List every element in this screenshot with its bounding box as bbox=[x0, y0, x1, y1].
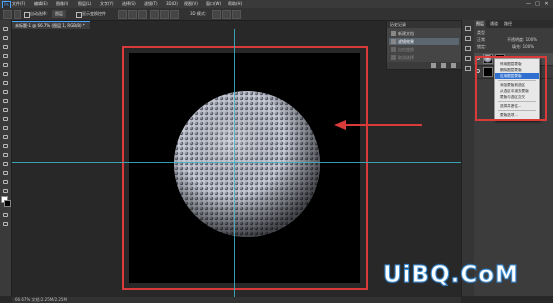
distribute-horizontal-icon[interactable] bbox=[170, 10, 179, 19]
history-item-selected[interactable]: 滤镜效果 bbox=[389, 38, 459, 45]
screen-mode-icon[interactable] bbox=[2, 221, 9, 227]
fill-control[interactable]: 填充: 100% bbox=[512, 43, 553, 50]
auto-select-label: 自动选择： bbox=[30, 11, 50, 16]
context-menu-highlight-frame bbox=[475, 56, 547, 121]
red-arrow-annotation bbox=[334, 120, 422, 130]
history-item-label: 自由变换 bbox=[398, 47, 414, 52]
vertical-guide[interactable] bbox=[234, 29, 235, 297]
site-watermark: UiBQ.CoM bbox=[383, 262, 519, 289]
window-controls: — □ ✕ bbox=[523, 1, 550, 7]
tab-channels[interactable]: 通道 bbox=[488, 20, 500, 28]
menu-window[interactable]: 窗口(W) bbox=[206, 1, 221, 7]
path-select-tool-icon[interactable] bbox=[2, 170, 9, 176]
history-item-label: 取消选择 bbox=[398, 55, 414, 60]
layers-panel-tabs: 图层 通道 路径 bbox=[474, 20, 553, 28]
snapshot-icon[interactable] bbox=[431, 63, 436, 68]
tab-paths[interactable]: 路径 bbox=[502, 20, 514, 28]
document-canvas[interactable] bbox=[129, 53, 360, 283]
menu-file[interactable]: 文件(F) bbox=[12, 1, 25, 7]
pen-tool-icon[interactable] bbox=[2, 152, 9, 158]
eyedropper-tool-icon[interactable] bbox=[2, 71, 9, 77]
tools-panel bbox=[0, 20, 12, 296]
history-item[interactable]: 取消选择 bbox=[389, 54, 459, 61]
layer-kind-filter[interactable]: 类型 bbox=[474, 29, 553, 36]
align-left-icon[interactable] bbox=[118, 10, 127, 19]
adjustments-panel-icon[interactable] bbox=[465, 46, 471, 51]
menu-select[interactable]: 选择(S) bbox=[122, 1, 136, 7]
history-step-icon bbox=[391, 31, 396, 36]
background-color-swatch[interactable] bbox=[4, 200, 11, 207]
properties-panel-icon[interactable] bbox=[465, 36, 471, 41]
quick-select-tool-icon[interactable] bbox=[2, 53, 9, 59]
menu-bar: Ps 文件(F) 编辑(E) 图像(I) 图层(L) 文字(Y) 选择(S) 滤… bbox=[0, 0, 553, 9]
tab-layers[interactable]: 图层 bbox=[474, 20, 486, 28]
menu-type[interactable]: 文字(Y) bbox=[100, 1, 114, 7]
horizontal-guide[interactable] bbox=[12, 162, 465, 163]
gradient-tool-icon[interactable] bbox=[2, 125, 9, 131]
menu-image[interactable]: 图像(I) bbox=[56, 1, 68, 7]
close-icon[interactable]: ✕ bbox=[543, 1, 550, 7]
camera-icon[interactable] bbox=[441, 63, 446, 68]
brush-panel-icon[interactable] bbox=[465, 56, 471, 61]
history-item[interactable]: 自由变换 bbox=[389, 46, 459, 53]
trash-icon[interactable] bbox=[451, 63, 456, 68]
quick-mask-icon[interactable] bbox=[2, 212, 9, 218]
marquee-tool-icon[interactable] bbox=[2, 35, 9, 41]
history-panel-title: 历史记录 bbox=[387, 21, 461, 28]
menu-help[interactable]: 帮助(H) bbox=[228, 1, 242, 7]
history-step-icon bbox=[391, 55, 396, 60]
3d-pan-icon[interactable] bbox=[232, 10, 241, 19]
history-brush-tool-icon[interactable] bbox=[2, 107, 9, 113]
blur-tool-icon[interactable] bbox=[2, 134, 9, 140]
tool-preset-dropdown-icon[interactable] bbox=[14, 10, 21, 19]
move-tool-icon[interactable] bbox=[2, 26, 9, 32]
blend-mode-dropdown[interactable]: 正常 bbox=[474, 36, 504, 43]
document-tab[interactable]: 未标题-1 @ 66.7% (图层 1, RGB/8) * bbox=[12, 21, 90, 29]
3d-roll-icon[interactable] bbox=[222, 10, 231, 19]
maximize-icon[interactable]: □ bbox=[534, 1, 541, 7]
align-right-icon[interactable] bbox=[138, 10, 147, 19]
align-center-icon[interactable] bbox=[128, 10, 137, 19]
hand-tool-icon[interactable] bbox=[2, 188, 9, 194]
history-panel: 历史记录 新建文档 滤镜效果 自由变换 取消选择 bbox=[386, 20, 462, 70]
brush-tool-icon[interactable] bbox=[2, 89, 9, 95]
show-transform-label: 显示变换控件 bbox=[82, 11, 106, 16]
move-tool-icon[interactable] bbox=[3, 10, 12, 19]
history-panel-footer bbox=[387, 62, 461, 69]
lasso-tool-icon[interactable] bbox=[2, 44, 9, 50]
history-panel-icon[interactable] bbox=[465, 26, 471, 31]
menu-edit[interactable]: 编辑(E) bbox=[34, 1, 48, 7]
3d-mode-label: 3D 模式： bbox=[190, 11, 209, 16]
opacity-control[interactable]: 不透明度: 100% bbox=[507, 36, 553, 43]
distribute-vertical-icon[interactable] bbox=[160, 10, 169, 19]
distribute-icon[interactable] bbox=[150, 10, 159, 19]
history-item[interactable]: 新建文档 bbox=[389, 30, 459, 37]
shape-tool-icon[interactable] bbox=[2, 179, 9, 185]
menu-view[interactable]: 视图(V) bbox=[184, 1, 198, 7]
history-step-icon bbox=[391, 39, 396, 44]
menu-filter[interactable]: 滤镜(T) bbox=[144, 1, 158, 7]
type-tool-icon[interactable] bbox=[2, 161, 9, 167]
history-item-label: 滤镜效果 bbox=[398, 39, 414, 44]
healing-brush-tool-icon[interactable] bbox=[2, 80, 9, 86]
status-bar: 66.67% 文档:2.25M/2.25M bbox=[12, 297, 461, 303]
3d-orbit-icon[interactable] bbox=[212, 10, 221, 19]
crop-tool-icon[interactable] bbox=[2, 62, 9, 68]
lock-label: 锁定: bbox=[477, 44, 487, 49]
eraser-tool-icon[interactable] bbox=[2, 116, 9, 122]
panel-icon-strip bbox=[461, 20, 475, 296]
textured-sphere bbox=[174, 91, 320, 237]
history-item-label: 新建文档 bbox=[398, 31, 414, 36]
history-step-icon bbox=[391, 47, 396, 52]
dodge-tool-icon[interactable] bbox=[2, 143, 9, 149]
auto-select-target-dropdown[interactable]: 图层 bbox=[52, 10, 66, 18]
minimize-icon[interactable]: — bbox=[525, 1, 532, 7]
menu-3d[interactable]: 3D(D) bbox=[166, 1, 178, 7]
menu-layer[interactable]: 图层(L) bbox=[78, 1, 91, 7]
clone-stamp-tool-icon[interactable] bbox=[2, 98, 9, 104]
character-panel-icon[interactable] bbox=[465, 66, 471, 71]
